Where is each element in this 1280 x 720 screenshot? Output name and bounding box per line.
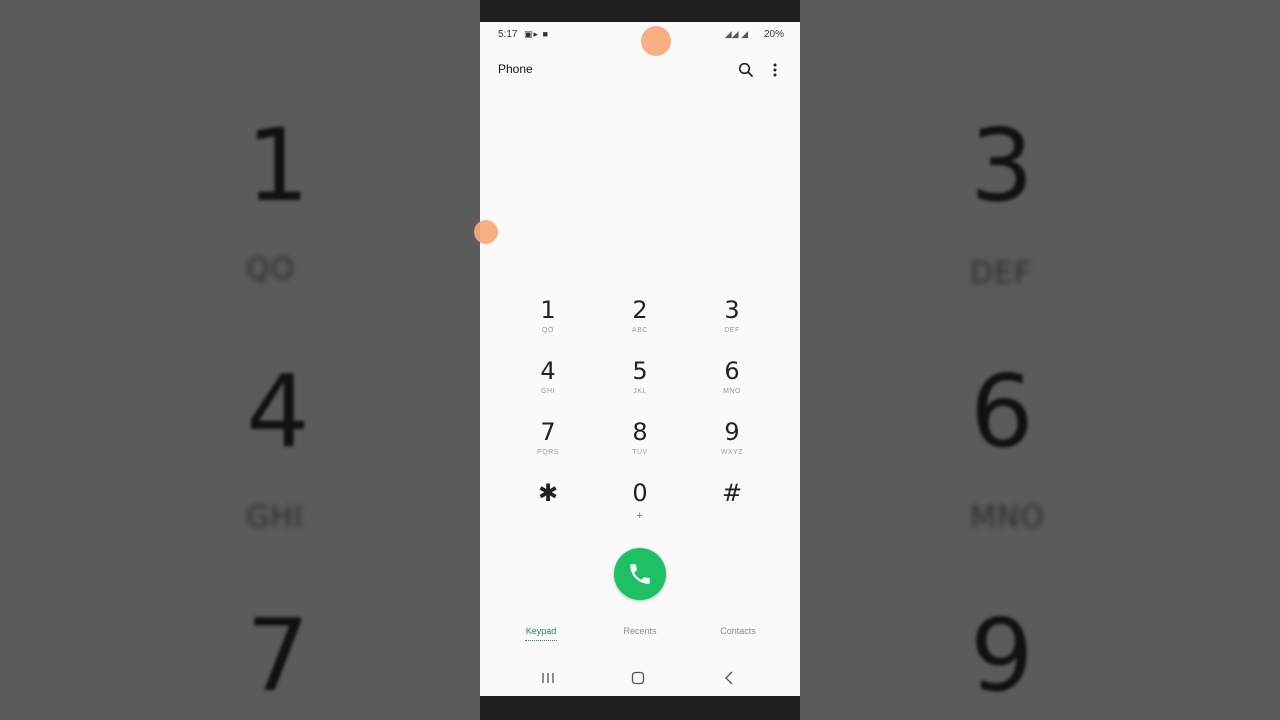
key-1[interactable]: 1 QO: [502, 290, 594, 350]
key-3[interactable]: 3 DEF: [686, 290, 778, 350]
app-title: Phone: [498, 62, 533, 76]
key-digit: 4: [540, 357, 556, 385]
system-nav-bar: [480, 666, 800, 690]
key-4[interactable]: 4 GHI: [502, 351, 594, 411]
more-vertical-icon: [773, 63, 777, 77]
search-icon: [738, 62, 753, 77]
key-digit: ✱: [537, 479, 559, 507]
more-options-button[interactable]: [767, 60, 783, 80]
bottom-tabs: Keypad Recents Contacts: [480, 626, 800, 648]
phone-frame: 5:17 ▣▸ ■ ◢◢ ◢ 20% Phone 1 QO 2 ABC 3 DE…: [474, 0, 800, 720]
background-blur-left: 1 QO 4 GHI 7: [0, 0, 480, 720]
key-letters: QO: [542, 327, 554, 334]
key-letters: ABC: [632, 327, 648, 334]
key-letters: MNO: [723, 388, 741, 395]
call-button[interactable]: [614, 548, 666, 600]
back-button[interactable]: [714, 666, 744, 690]
active-tab-indicator: [525, 640, 557, 641]
battery-level: 20%: [763, 29, 784, 40]
key-letters: PQRS: [537, 449, 559, 456]
key-digit: 1: [540, 296, 556, 324]
key-digit: #: [721, 479, 743, 507]
key-digit: 5: [632, 357, 648, 385]
home-icon: [631, 671, 645, 685]
recent-apps-icon: [542, 673, 554, 683]
bg-digit: 7: [246, 597, 310, 714]
key-star[interactable]: ✱: [502, 473, 594, 533]
key-letters: JKL: [633, 388, 647, 395]
key-letters: +: [636, 510, 644, 522]
key-digit: 9: [724, 418, 740, 446]
home-button[interactable]: [623, 666, 653, 690]
notification-icons: ▣▸ ■: [524, 29, 549, 39]
key-7[interactable]: 7 PQRS: [502, 412, 594, 472]
key-2[interactable]: 2 ABC: [594, 290, 686, 350]
bg-letters: QO: [246, 252, 296, 287]
key-letters: TUV: [632, 449, 648, 456]
status-bar: 5:17 ▣▸ ■ ◢◢ ◢ 20%: [480, 22, 800, 48]
key-digit: 6: [724, 357, 740, 385]
bg-digit: 6: [970, 353, 1034, 470]
bg-digit: 9: [970, 597, 1034, 714]
signal-icon: ◢◢ ◢: [724, 29, 748, 39]
bg-digit: 3: [970, 107, 1034, 224]
touch-indicator: [474, 220, 498, 244]
key-digit: 2: [632, 296, 648, 324]
key-hash[interactable]: #: [686, 473, 778, 533]
background-blur-right: 3 DEF 6 MNO 9: [800, 0, 1280, 720]
tab-keypad[interactable]: Keypad: [501, 626, 581, 636]
recent-apps-button[interactable]: [533, 666, 563, 690]
touch-indicator: [641, 26, 671, 56]
bg-letters: DEF: [970, 256, 1033, 291]
key-digit: 7: [540, 418, 556, 446]
bg-digit: 1: [246, 107, 310, 224]
bg-digit: 4: [246, 353, 310, 470]
key-letters: DEF: [724, 327, 740, 334]
phone-icon: [630, 564, 650, 584]
key-5[interactable]: 5 JKL: [594, 351, 686, 411]
bg-letters: GHI: [246, 500, 304, 535]
bg-letters: MNO: [970, 500, 1045, 535]
key-6[interactable]: 6 MNO: [686, 351, 778, 411]
key-8[interactable]: 8 TUV: [594, 412, 686, 472]
back-chevron-icon: [725, 671, 733, 685]
search-button[interactable]: [736, 60, 756, 80]
key-9[interactable]: 9 WXYZ: [686, 412, 778, 472]
dialer-screen: 5:17 ▣▸ ■ ◢◢ ◢ 20% Phone 1 QO 2 ABC 3 DE…: [474, 22, 800, 696]
tab-contacts[interactable]: Contacts: [698, 626, 778, 636]
key-digit: 3: [724, 296, 740, 324]
app-bar: Phone: [480, 58, 800, 84]
key-digit: 0: [632, 479, 648, 507]
key-digit: 8: [632, 418, 648, 446]
key-letters: WXYZ: [720, 449, 744, 456]
tab-recents[interactable]: Recents: [600, 626, 680, 636]
status-time: 5:17: [498, 29, 518, 40]
key-0[interactable]: 0 +: [594, 473, 686, 533]
key-letters: GHI: [541, 388, 555, 395]
